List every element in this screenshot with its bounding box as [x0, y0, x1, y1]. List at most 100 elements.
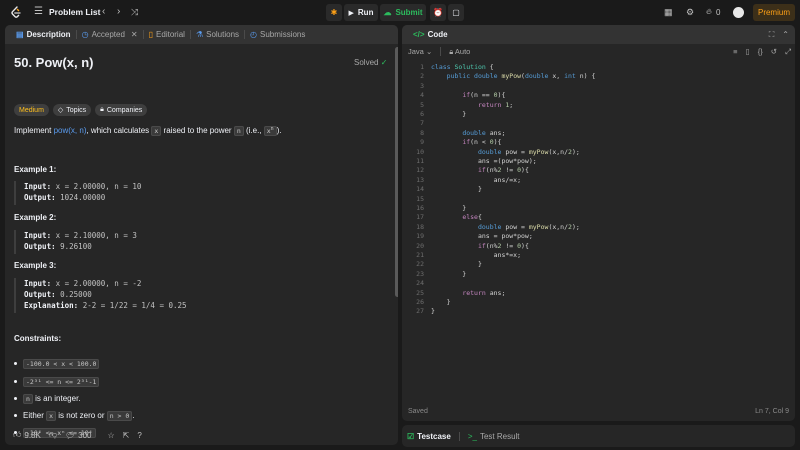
tab-solutions[interactable]: ⚗ Solutions [191, 25, 244, 44]
code-tab-bar: </> Code ⛶ ⌃ [402, 25, 795, 44]
line-number: 1 [420, 63, 424, 71]
topics-chip[interactable]: ◇ Topics [52, 104, 92, 116]
code-line: } [431, 185, 482, 194]
constraint-item: Either x is not zero or n > 0. [14, 411, 135, 421]
code-line: } [431, 260, 482, 269]
star-icon[interactable]: ☆ [107, 431, 114, 440]
line-number: 7 [420, 119, 424, 128]
constraint-item: -2³¹ <= n <= 2³¹-1 [14, 377, 100, 387]
fullscreen-icon[interactable]: ⤢ [785, 47, 791, 57]
auto-mode-toggle[interactable]: 🔒︎ Auto [449, 47, 470, 57]
thumbs-down-icon[interactable]: 👎︎ [49, 430, 57, 440]
constraints-heading: Constraints: [14, 334, 62, 343]
line-number: 12 [416, 166, 424, 175]
gear-icon[interactable]: ⚙ [686, 6, 694, 18]
language-select[interactable]: Java ⌄ [408, 47, 432, 56]
code-line: } [431, 204, 467, 212]
code-editor[interactable]: 1 class Solution { 2 public double myPow(… [402, 63, 795, 403]
chevron-down-icon: ⌄ [425, 47, 433, 56]
difficulty-badge: Medium [14, 104, 49, 116]
description-footer: 👍︎ 9.8K 👎︎ 💬︎ 300 ☆ ⇱ ? [5, 425, 398, 445]
line-number: 6 [420, 110, 424, 118]
code-line: ans/=x; [431, 175, 522, 184]
code-line: double pow = myPow(x,n/2); [477, 222, 580, 231]
reset-icon[interactable]: ↺ [771, 47, 777, 57]
line-number: 11 [416, 157, 424, 165]
tab-submissions[interactable]: ◴ Submissions [245, 25, 310, 44]
chevron-right-icon[interactable]: › [117, 6, 120, 18]
premium-button[interactable]: Premium [753, 4, 795, 21]
problem-list-link[interactable]: Problem List [49, 7, 100, 17]
line-number: 14 [416, 185, 424, 194]
help-icon[interactable]: ? [137, 431, 141, 440]
clock-icon: ◴ [250, 30, 258, 39]
description-scrollbar[interactable] [395, 47, 398, 297]
line-number: 3 [420, 81, 424, 90]
code-line: public double myPow(double x, int n) { [446, 72, 596, 81]
fire-icon[interactable]: 🔥︎ [706, 6, 712, 18]
left-tab-bar: ▤ Description ◷ Accepted ✕ ▯ Editorial ⚗… [5, 25, 398, 44]
example-heading: Example 3: [14, 261, 57, 270]
pow-link[interactable]: pow(x, n) [54, 126, 87, 135]
code-icon: </> [413, 30, 425, 39]
solved-status: Solved ✓ [354, 58, 388, 67]
example-block: Input: x = 2.10000, n = 3 Output: 9.2610… [14, 230, 137, 254]
thumbs-up-icon: 👍︎ [13, 430, 22, 439]
tab-editorial[interactable]: ▯ Editorial [144, 25, 190, 44]
chevron-left-icon[interactable]: ‹ [102, 6, 105, 18]
line-number: 20 [416, 241, 424, 250]
leetcode-logo-icon[interactable] [10, 6, 22, 19]
run-button[interactable]: ▶ Run [344, 4, 378, 21]
tag-chips: Medium ◇ Topics 🔒︎ Companies [14, 104, 148, 116]
tag-icon: ◇ [57, 107, 64, 114]
code-line: class Solution { [431, 63, 494, 71]
tab-description[interactable]: ▤ Description [11, 25, 76, 44]
flask-icon: ⚗ [195, 30, 204, 39]
tab-code[interactable]: </> Code [408, 25, 453, 44]
line-number: 9 [420, 138, 424, 147]
expand-icon[interactable]: ⛶ [769, 30, 775, 40]
braces-icon[interactable]: {} [758, 47, 763, 57]
line-number: 26 [416, 298, 424, 306]
code-line: } [431, 307, 435, 316]
example-block: Input: x = 2.00000, n = 10 Output: 1024.… [14, 181, 141, 205]
companies-chip[interactable]: 🔒︎ Companies [95, 104, 148, 116]
notes-button[interactable]: ▢ [448, 4, 464, 21]
close-icon[interactable]: ✕ [131, 30, 138, 39]
tab-test-result[interactable]: >_ Test Result [468, 427, 520, 446]
line-number: 17 [416, 213, 424, 222]
debug-button[interactable]: ✱ [326, 4, 342, 21]
line-number: 19 [416, 232, 424, 241]
like-button[interactable]: 👍︎ 9.8K [13, 430, 41, 440]
play-icon: ▶ [348, 9, 354, 17]
code-line: } [431, 269, 467, 278]
submit-button[interactable]: ☁ Submit [380, 4, 426, 21]
line-number: 24 [416, 279, 424, 288]
list-icon[interactable]: ☰ [34, 6, 43, 18]
tab-testcase[interactable]: ☑ Testcase [407, 427, 451, 446]
grid-layout-icon[interactable]: ▦ [664, 6, 673, 18]
line-number: 5 [420, 100, 424, 109]
avatar[interactable] [733, 7, 744, 18]
tab-accepted[interactable]: ◷ Accepted ✕ [77, 25, 143, 44]
terminal-icon: >_ [467, 431, 477, 441]
check-circle-icon: ✓ [380, 58, 388, 67]
comments-button[interactable]: 💬︎ 300 [65, 431, 92, 440]
constraint-item: n is an integer. [14, 394, 81, 404]
share-icon[interactable]: ⇱ [123, 431, 130, 440]
chevron-up-icon[interactable]: ⌃ [782, 30, 789, 40]
code-line: double pow = myPow(x,n/2); [477, 147, 580, 156]
code-line: } [431, 110, 467, 118]
line-number: 21 [416, 251, 424, 259]
code-line: if(n%2 != 0){ [477, 241, 529, 250]
code-line: if(n == 0){ [462, 91, 506, 100]
timer-button[interactable]: ⏰ [430, 4, 446, 21]
format-icon[interactable]: ≡ [733, 47, 737, 57]
page-title[interactable]: 50. Pow(x, n) [14, 55, 93, 70]
constraint-item: -100.0 < x < 100.0 [14, 359, 100, 369]
shuffle-icon[interactable]: ⤨ [131, 6, 138, 18]
bookmark-icon[interactable]: ▯ [746, 47, 750, 57]
lock-icon: 🔒︎ [449, 46, 454, 56]
example-block: Input: x = 2.00000, n = -2 Output: 0.250… [14, 278, 187, 313]
line-number: 23 [416, 269, 424, 278]
